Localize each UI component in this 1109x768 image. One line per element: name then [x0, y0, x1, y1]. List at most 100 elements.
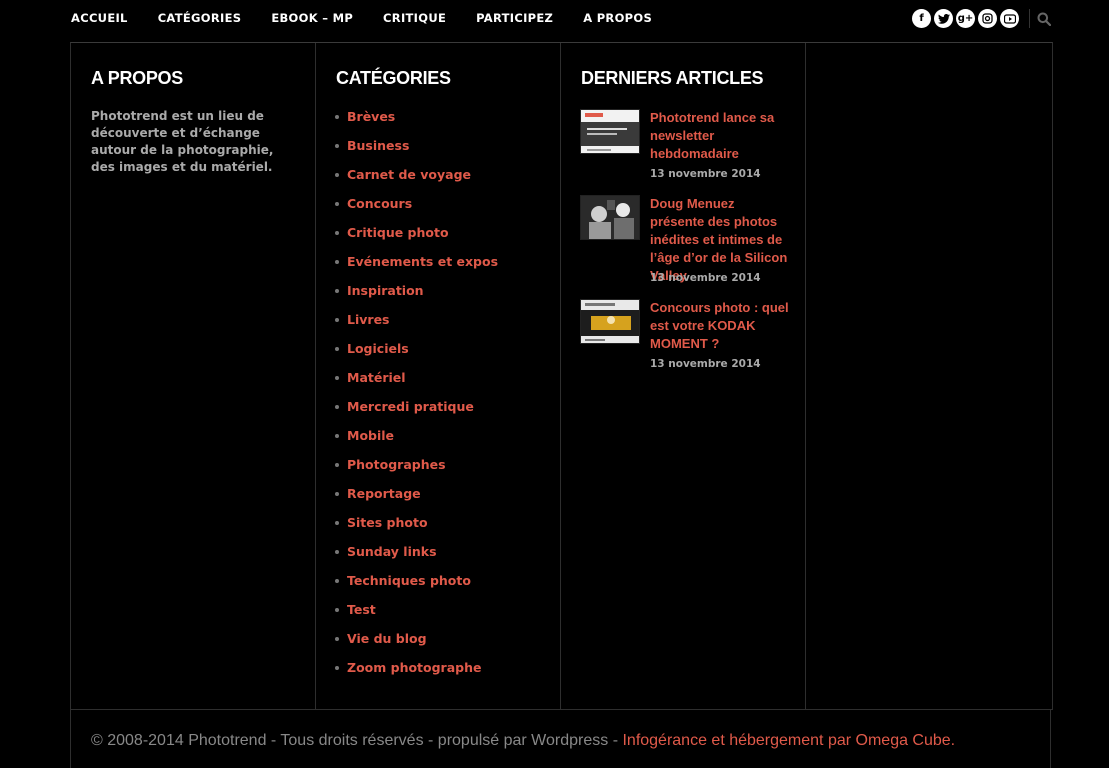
post-title-link[interactable]: Concours photo : quel est votre KODAK MO…: [650, 299, 790, 353]
category-item: Sunday links: [335, 544, 498, 573]
category-item: Evénements et expos: [335, 254, 498, 283]
empty-widget: [806, 43, 1052, 709]
recent-posts-widget: DERNIERS ARTICLES Phototrend lance sa ne…: [561, 43, 806, 709]
category-link[interactable]: Matériel: [347, 370, 406, 385]
bullet-icon: [335, 347, 339, 351]
category-list: Brèves Business Carnet de voyage Concour…: [335, 109, 498, 689]
category-link[interactable]: Mercredi pratique: [347, 399, 474, 414]
category-link[interactable]: Test: [347, 602, 376, 617]
bullet-icon: [335, 173, 339, 177]
categories-title: CATÉGORIES: [336, 68, 451, 88]
footer-credits: © 2008-2014 Phototrend - Tous droits rés…: [70, 709, 1051, 768]
about-title: A PROPOS: [91, 68, 183, 88]
category-link[interactable]: Brèves: [347, 109, 395, 124]
bullet-icon: [335, 492, 339, 496]
bullet-icon: [335, 608, 339, 612]
nav-item-accueil[interactable]: ACCUEIL: [71, 11, 128, 25]
category-item: Brèves: [335, 109, 498, 138]
category-link[interactable]: Zoom photographe: [347, 660, 482, 675]
category-item: Reportage: [335, 486, 498, 515]
category-link[interactable]: Business: [347, 138, 409, 153]
category-link[interactable]: Photographes: [347, 457, 446, 472]
bullet-icon: [335, 231, 339, 235]
main-menu: ACCUEIL CATÉGORIES EBOOK – MP CRITIQUE P…: [71, 11, 682, 25]
recent-post: Phototrend lance sa newsletter hebdomada…: [580, 109, 795, 189]
bullet-icon: [335, 318, 339, 322]
category-item: Critique photo: [335, 225, 498, 254]
recent-post: Doug Menuez présente des photos inédites…: [580, 195, 795, 295]
post-date: 13 novembre 2014: [650, 358, 761, 370]
facebook-icon[interactable]: f: [912, 9, 931, 28]
nav-item-a-propos[interactable]: A PROPOS: [583, 11, 652, 25]
google-plus-icon[interactable]: g+: [956, 9, 975, 28]
bullet-icon: [335, 521, 339, 525]
nav-item-ebook[interactable]: EBOOK – MP: [271, 11, 353, 25]
bullet-icon: [335, 144, 339, 148]
nav-item-participez[interactable]: PARTICIPEZ: [476, 11, 553, 25]
bullet-icon: [335, 405, 339, 409]
category-link[interactable]: Techniques photo: [347, 573, 471, 588]
about-widget: A PROPOS Phototrend est un lieu de décou…: [71, 43, 316, 709]
social-links: f g+: [912, 9, 1019, 28]
category-item: Vie du blog: [335, 631, 498, 660]
bullet-icon: [335, 579, 339, 583]
category-item: Sites photo: [335, 515, 498, 544]
category-link[interactable]: Reportage: [347, 486, 421, 501]
category-link[interactable]: Carnet de voyage: [347, 167, 471, 182]
hosting-link[interactable]: Infogérance et hébergement par Omega Cub…: [622, 732, 955, 749]
category-item: Photographes: [335, 457, 498, 486]
copyright-text: © 2008-2014 Phototrend - Tous droits rés…: [91, 732, 623, 749]
post-thumbnail[interactable]: [580, 299, 640, 344]
post-date: 13 novembre 2014: [650, 168, 761, 180]
recent-posts-title: DERNIERS ARTICLES: [581, 68, 764, 88]
nav-divider: [1029, 9, 1030, 28]
credits-text: © 2008-2014 Phototrend - Tous droits rés…: [91, 732, 955, 750]
bullet-icon: [335, 637, 339, 641]
category-link[interactable]: Livres: [347, 312, 389, 327]
bullet-icon: [335, 260, 339, 264]
category-link[interactable]: Mobile: [347, 428, 394, 443]
category-link[interactable]: Sites photo: [347, 515, 428, 530]
category-link[interactable]: Concours: [347, 196, 412, 211]
bullet-icon: [335, 115, 339, 119]
category-item: Livres: [335, 312, 498, 341]
category-item: Logiciels: [335, 341, 498, 370]
category-link[interactable]: Critique photo: [347, 225, 449, 240]
nav-item-categories[interactable]: CATÉGORIES: [158, 11, 242, 25]
category-item: Business: [335, 138, 498, 167]
category-item: Matériel: [335, 370, 498, 399]
category-item: Mercredi pratique: [335, 399, 498, 428]
nav-item-critique[interactable]: CRITIQUE: [383, 11, 446, 25]
footer-widgets: A PROPOS Phototrend est un lieu de décou…: [70, 42, 1053, 710]
category-item: Test: [335, 602, 498, 631]
youtube-icon[interactable]: [1000, 9, 1019, 28]
top-navigation: ACCUEIL CATÉGORIES EBOOK – MP CRITIQUE P…: [0, 0, 1109, 38]
category-link[interactable]: Evénements et expos: [347, 254, 498, 269]
bullet-icon: [335, 202, 339, 206]
category-item: Inspiration: [335, 283, 498, 312]
instagram-icon[interactable]: [978, 9, 997, 28]
category-item: Mobile: [335, 428, 498, 457]
category-item: Carnet de voyage: [335, 167, 498, 196]
category-link[interactable]: Vie du blog: [347, 631, 427, 646]
category-link[interactable]: Logiciels: [347, 341, 409, 356]
category-item: Concours: [335, 196, 498, 225]
post-thumbnail[interactable]: [580, 195, 640, 240]
about-text: Phototrend est un lieu de découverte et …: [91, 109, 274, 174]
bullet-icon: [335, 289, 339, 293]
bullet-icon: [335, 666, 339, 670]
bullet-icon: [335, 463, 339, 467]
bullet-icon: [335, 434, 339, 438]
bullet-icon: [335, 376, 339, 380]
category-item: Techniques photo: [335, 573, 498, 602]
search-icon[interactable]: [1037, 12, 1051, 26]
category-link[interactable]: Sunday links: [347, 544, 437, 559]
category-link[interactable]: Inspiration: [347, 283, 424, 298]
twitter-icon[interactable]: [934, 9, 953, 28]
post-thumbnail[interactable]: [580, 109, 640, 154]
recent-post: Concours photo : quel est votre KODAK MO…: [580, 299, 795, 379]
categories-widget: CATÉGORIES Brèves Business Carnet de voy…: [316, 43, 561, 709]
post-date: 13 novembre 2014: [650, 272, 761, 284]
post-title-link[interactable]: Phototrend lance sa newsletter hebdomada…: [650, 109, 790, 163]
bullet-icon: [335, 550, 339, 554]
